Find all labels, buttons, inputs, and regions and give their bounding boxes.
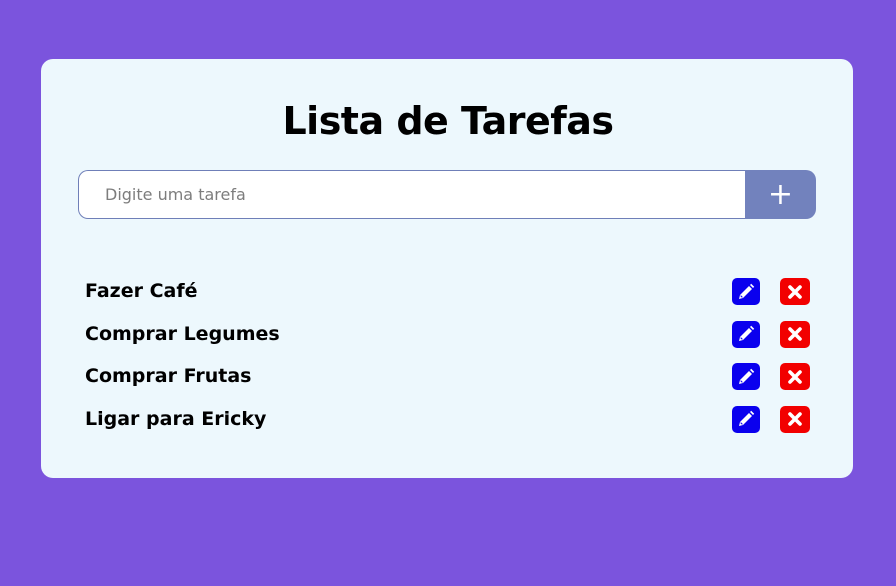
task-label: Ligar para Ericky <box>85 407 267 430</box>
edit-task-button[interactable] <box>732 320 760 348</box>
add-task-form: + <box>78 170 816 219</box>
pencil-icon <box>739 368 755 384</box>
task-label: Comprar Legumes <box>85 322 280 345</box>
delete-task-button[interactable] <box>780 320 810 348</box>
task-item: Comprar Frutas <box>85 362 811 405</box>
add-task-button[interactable]: + <box>745 170 816 219</box>
task-item: Comprar Legumes <box>85 320 811 363</box>
delete-task-button[interactable] <box>780 363 810 390</box>
delete-task-button[interactable] <box>780 405 810 433</box>
task-item: Ligar para Ericky <box>85 405 811 448</box>
pencil-icon <box>739 410 755 426</box>
close-icon <box>788 284 802 299</box>
task-label: Comprar Frutas <box>85 365 252 387</box>
page-title: Lista de Tarefas <box>282 99 614 143</box>
close-icon <box>788 369 802 384</box>
task-list: Fazer Café Comprar Legumes Comprar Fruta… <box>85 277 811 447</box>
pencil-icon <box>739 283 755 299</box>
close-icon <box>788 412 802 426</box>
task-item: Fazer Café <box>85 277 811 320</box>
delete-task-button[interactable] <box>780 278 810 305</box>
pencil-icon <box>739 325 755 341</box>
edit-task-button[interactable] <box>732 363 760 390</box>
task-label: Fazer Café <box>85 280 198 302</box>
edit-task-button[interactable] <box>732 278 760 305</box>
edit-task-button[interactable] <box>732 405 760 433</box>
close-icon <box>788 327 802 341</box>
task-input[interactable] <box>78 170 746 219</box>
